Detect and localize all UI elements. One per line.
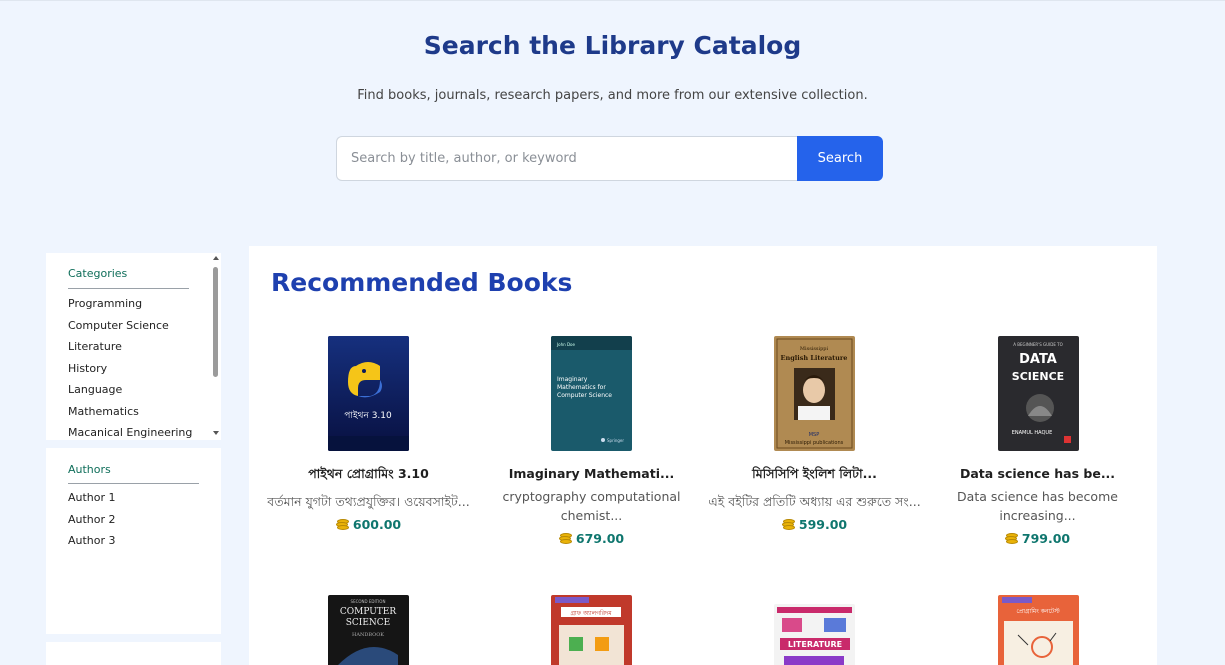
svg-text:পাইথন 3.10: পাইথন 3.10 — [344, 410, 392, 421]
book-title[interactable]: Imaginary Mathemati... — [480, 466, 703, 481]
categories-divider — [68, 288, 189, 289]
svg-text:A BEGINNER'S GUIDE TO: A BEGINNER'S GUIDE TO — [1013, 342, 1062, 347]
coins-icon — [335, 518, 350, 531]
page-title: Search the Library Catalog — [423, 31, 802, 60]
book-title[interactable]: পাইথন প্রোগ্রামিং 3.10 — [257, 466, 480, 486]
coins-icon — [1004, 532, 1019, 545]
svg-text:COMPUTER: COMPUTER — [340, 607, 397, 617]
authors-list: Author 1 Author 2 Author 3 — [68, 487, 116, 552]
book-title[interactable]: মিসিসিপি ইংলিশ লিটা... — [703, 466, 926, 486]
book-description: বর্তমান যুগটা তথ্যপ্রযুক্তির। ওয়েবসাইট.… — [267, 494, 470, 509]
book-description: cryptography computational chemist... — [502, 489, 681, 523]
svg-text:SCIENCE: SCIENCE — [346, 618, 391, 628]
svg-text:John Doe: John Doe — [556, 342, 575, 347]
search-button[interactable]: Search — [797, 136, 883, 181]
svg-text:প্রোগ্রামিং কনটেস্ট: প্রোগ্রামিং কনটেস্ট — [1016, 607, 1060, 615]
book-price: 799.00 — [926, 531, 1149, 546]
svg-text:SCIENCE: SCIENCE — [1012, 370, 1064, 383]
book-cover[interactable]: Mississippi English Literature MSP Missi… — [774, 336, 855, 451]
categories-panel: Categories Programming Computer Science … — [46, 253, 221, 440]
book-description: এই বইটির প্রতিটি অধ্যায় এর শুরুতে সং... — [708, 494, 921, 509]
book-cover[interactable]: LITERATURE — [774, 604, 855, 665]
scroll-thumb[interactable] — [213, 267, 218, 377]
author-item[interactable]: Author 1 — [68, 487, 116, 509]
svg-text:English Literature: English Literature — [781, 354, 848, 362]
sidebar-extra-panel — [46, 642, 221, 665]
category-item[interactable]: Mathematics — [68, 401, 192, 423]
category-item[interactable]: Literature — [68, 336, 192, 358]
scroll-up-arrow-icon[interactable] — [213, 256, 219, 260]
svg-text:MSP: MSP — [809, 432, 820, 438]
search-bar: Search — [336, 136, 883, 181]
svg-text:DATA: DATA — [1019, 352, 1057, 367]
authors-panel: Authors Author 1 Author 2 Author 3 — [46, 448, 221, 634]
book-cover[interactable]: প্রোগ্রামিং কনটেস্ট — [998, 595, 1079, 665]
svg-text:গ্রাফ অ্যালগরিদম: গ্রাফ অ্যালগরিদম — [570, 610, 612, 617]
author-item[interactable]: Author 3 — [68, 530, 116, 552]
svg-text:Mathematics for: Mathematics for — [557, 384, 606, 391]
recommended-books-card: Recommended Books পাইথন 3.10 পাইথন প্রোগ… — [249, 246, 1157, 665]
categories-list: Programming Computer Science Literature … — [68, 293, 192, 440]
coins-icon — [781, 518, 796, 531]
category-item[interactable]: Programming — [68, 293, 192, 315]
category-item[interactable]: History — [68, 358, 192, 380]
book-cover[interactable]: A BEGINNER'S GUIDE TO DATA SCIENCE ENAMU… — [998, 336, 1079, 451]
categories-title: Categories — [68, 267, 128, 280]
svg-text:Computer Science: Computer Science — [557, 392, 612, 399]
category-item[interactable]: Language — [68, 379, 192, 401]
search-input[interactable] — [336, 136, 797, 181]
page-subtitle: Find books, journals, research papers, a… — [357, 88, 868, 103]
book-card[interactable]: মিসিসিপি ইংলিশ লিটা... এই বইটির প্রতিটি … — [703, 466, 926, 532]
svg-text:LITERATURE: LITERATURE — [788, 640, 842, 649]
svg-text:ENAMUL HAQUE: ENAMUL HAQUE — [1012, 430, 1053, 436]
coins-icon — [558, 532, 573, 545]
category-item[interactable]: Computer Science — [68, 315, 192, 337]
book-card[interactable]: Data science has be... Data science has … — [926, 466, 1149, 546]
book-price: 599.00 — [703, 517, 926, 532]
authors-title: Authors — [68, 463, 111, 476]
svg-text:Imaginary: Imaginary — [557, 376, 588, 383]
category-item[interactable]: Macanical Engineering — [68, 422, 192, 440]
book-price: 679.00 — [480, 531, 703, 546]
book-card[interactable]: Imaginary Mathemati... cryptography comp… — [480, 466, 703, 546]
book-price: 600.00 — [257, 517, 480, 532]
book-cover[interactable]: John Doe Imaginary Mathematics for Compu… — [551, 336, 632, 451]
book-description: Data science has become increasing... — [957, 489, 1118, 523]
svg-text:Mississippi publications: Mississippi publications — [785, 440, 844, 446]
author-item[interactable]: Author 2 — [68, 509, 116, 531]
svg-text:Springer: Springer — [607, 438, 624, 443]
section-title: Recommended Books — [271, 268, 573, 297]
book-cover[interactable]: গ্রাফ অ্যালগরিদম — [551, 595, 632, 665]
book-card[interactable]: পাইথন প্রোগ্রামিং 3.10 বর্তমান যুগটা তথ্… — [257, 466, 480, 532]
svg-text:HANDBOOK: HANDBOOK — [352, 632, 384, 638]
book-title[interactable]: Data science has be... — [926, 466, 1149, 481]
svg-text:SECOND EDITION: SECOND EDITION — [351, 599, 386, 604]
svg-text:Mississippi: Mississippi — [800, 346, 829, 352]
book-cover[interactable]: SECOND EDITION COMPUTER SCIENCE HANDBOOK — [328, 595, 409, 665]
scroll-down-arrow-icon[interactable] — [213, 431, 219, 435]
categories-scrollbar[interactable] — [211, 253, 221, 440]
book-cover[interactable]: পাইথন 3.10 — [328, 336, 409, 451]
authors-divider — [68, 483, 199, 484]
